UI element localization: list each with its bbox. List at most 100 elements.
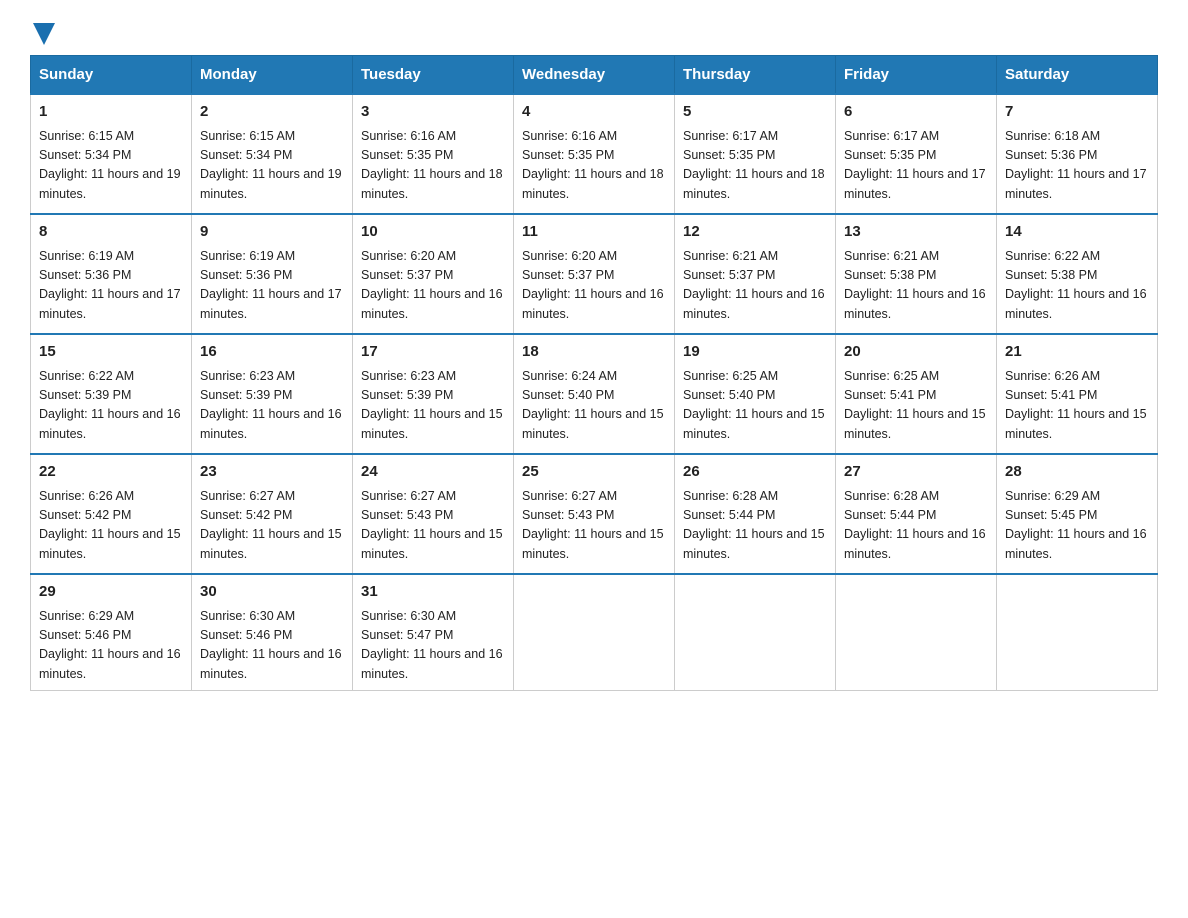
calendar-week-3: 15 Sunrise: 6:22 AMSunset: 5:39 PMDaylig… [31, 334, 1158, 454]
col-header-saturday: Saturday [997, 56, 1158, 95]
day-number: 29 [39, 581, 183, 604]
day-number: 27 [844, 461, 988, 484]
day-info: Sunrise: 6:22 AMSunset: 5:38 PMDaylight:… [1005, 249, 1147, 321]
day-info: Sunrise: 6:27 AMSunset: 5:42 PMDaylight:… [200, 489, 342, 561]
col-header-friday: Friday [836, 56, 997, 95]
calendar-day: 16 Sunrise: 6:23 AMSunset: 5:39 PMDaylig… [192, 334, 353, 454]
day-number: 18 [522, 341, 666, 364]
day-info: Sunrise: 6:20 AMSunset: 5:37 PMDaylight:… [361, 249, 503, 321]
day-info: Sunrise: 6:26 AMSunset: 5:42 PMDaylight:… [39, 489, 181, 561]
day-info: Sunrise: 6:23 AMSunset: 5:39 PMDaylight:… [361, 369, 503, 441]
calendar-day [514, 574, 675, 691]
day-number: 20 [844, 341, 988, 364]
calendar-day: 3 Sunrise: 6:16 AMSunset: 5:35 PMDayligh… [353, 94, 514, 214]
day-number: 12 [683, 221, 827, 244]
day-number: 21 [1005, 341, 1149, 364]
day-number: 7 [1005, 101, 1149, 124]
day-info: Sunrise: 6:16 AMSunset: 5:35 PMDaylight:… [522, 129, 664, 201]
day-info: Sunrise: 6:15 AMSunset: 5:34 PMDaylight:… [39, 129, 181, 201]
col-header-sunday: Sunday [31, 56, 192, 95]
day-info: Sunrise: 6:21 AMSunset: 5:37 PMDaylight:… [683, 249, 825, 321]
calendar-header-row: SundayMondayTuesdayWednesdayThursdayFrid… [31, 56, 1158, 95]
day-info: Sunrise: 6:29 AMSunset: 5:45 PMDaylight:… [1005, 489, 1147, 561]
calendar-day: 19 Sunrise: 6:25 AMSunset: 5:40 PMDaylig… [675, 334, 836, 454]
calendar-day: 21 Sunrise: 6:26 AMSunset: 5:41 PMDaylig… [997, 334, 1158, 454]
day-info: Sunrise: 6:30 AMSunset: 5:47 PMDaylight:… [361, 609, 503, 681]
day-info: Sunrise: 6:23 AMSunset: 5:39 PMDaylight:… [200, 369, 342, 441]
logo-line1 [30, 20, 55, 45]
day-number: 22 [39, 461, 183, 484]
day-number: 1 [39, 101, 183, 124]
day-info: Sunrise: 6:27 AMSunset: 5:43 PMDaylight:… [522, 489, 664, 561]
day-info: Sunrise: 6:26 AMSunset: 5:41 PMDaylight:… [1005, 369, 1147, 441]
day-number: 25 [522, 461, 666, 484]
calendar-day [997, 574, 1158, 691]
day-info: Sunrise: 6:18 AMSunset: 5:36 PMDaylight:… [1005, 129, 1147, 201]
calendar-day: 7 Sunrise: 6:18 AMSunset: 5:36 PMDayligh… [997, 94, 1158, 214]
day-info: Sunrise: 6:17 AMSunset: 5:35 PMDaylight:… [844, 129, 986, 201]
day-number: 11 [522, 221, 666, 244]
day-info: Sunrise: 6:24 AMSunset: 5:40 PMDaylight:… [522, 369, 664, 441]
day-info: Sunrise: 6:19 AMSunset: 5:36 PMDaylight:… [39, 249, 181, 321]
day-info: Sunrise: 6:20 AMSunset: 5:37 PMDaylight:… [522, 249, 664, 321]
day-number: 26 [683, 461, 827, 484]
calendar-day: 27 Sunrise: 6:28 AMSunset: 5:44 PMDaylig… [836, 454, 997, 574]
day-info: Sunrise: 6:28 AMSunset: 5:44 PMDaylight:… [683, 489, 825, 561]
day-number: 8 [39, 221, 183, 244]
day-info: Sunrise: 6:22 AMSunset: 5:39 PMDaylight:… [39, 369, 181, 441]
logo-icon [30, 20, 55, 45]
day-number: 17 [361, 341, 505, 364]
calendar-day [836, 574, 997, 691]
day-number: 5 [683, 101, 827, 124]
day-number: 15 [39, 341, 183, 364]
col-header-monday: Monday [192, 56, 353, 95]
calendar-day: 1 Sunrise: 6:15 AMSunset: 5:34 PMDayligh… [31, 94, 192, 214]
calendar-day: 28 Sunrise: 6:29 AMSunset: 5:45 PMDaylig… [997, 454, 1158, 574]
logo-triangle-icon [33, 23, 55, 45]
calendar-week-2: 8 Sunrise: 6:19 AMSunset: 5:36 PMDayligh… [31, 214, 1158, 334]
calendar-day [675, 574, 836, 691]
calendar-day: 22 Sunrise: 6:26 AMSunset: 5:42 PMDaylig… [31, 454, 192, 574]
calendar-day: 18 Sunrise: 6:24 AMSunset: 5:40 PMDaylig… [514, 334, 675, 454]
calendar-day: 20 Sunrise: 6:25 AMSunset: 5:41 PMDaylig… [836, 334, 997, 454]
calendar-day: 23 Sunrise: 6:27 AMSunset: 5:42 PMDaylig… [192, 454, 353, 574]
calendar-day: 12 Sunrise: 6:21 AMSunset: 5:37 PMDaylig… [675, 214, 836, 334]
day-info: Sunrise: 6:21 AMSunset: 5:38 PMDaylight:… [844, 249, 986, 321]
day-number: 14 [1005, 221, 1149, 244]
calendar-day: 24 Sunrise: 6:27 AMSunset: 5:43 PMDaylig… [353, 454, 514, 574]
day-info: Sunrise: 6:25 AMSunset: 5:41 PMDaylight:… [844, 369, 986, 441]
day-number: 30 [200, 581, 344, 604]
day-number: 2 [200, 101, 344, 124]
day-number: 24 [361, 461, 505, 484]
calendar-table: SundayMondayTuesdayWednesdayThursdayFrid… [30, 55, 1158, 691]
day-info: Sunrise: 6:27 AMSunset: 5:43 PMDaylight:… [361, 489, 503, 561]
calendar-day: 13 Sunrise: 6:21 AMSunset: 5:38 PMDaylig… [836, 214, 997, 334]
calendar-day: 4 Sunrise: 6:16 AMSunset: 5:35 PMDayligh… [514, 94, 675, 214]
calendar-day: 15 Sunrise: 6:22 AMSunset: 5:39 PMDaylig… [31, 334, 192, 454]
day-number: 3 [361, 101, 505, 124]
calendar-day: 11 Sunrise: 6:20 AMSunset: 5:37 PMDaylig… [514, 214, 675, 334]
day-info: Sunrise: 6:28 AMSunset: 5:44 PMDaylight:… [844, 489, 986, 561]
day-number: 16 [200, 341, 344, 364]
day-number: 4 [522, 101, 666, 124]
calendar-day: 29 Sunrise: 6:29 AMSunset: 5:46 PMDaylig… [31, 574, 192, 691]
day-number: 10 [361, 221, 505, 244]
calendar-day: 17 Sunrise: 6:23 AMSunset: 5:39 PMDaylig… [353, 334, 514, 454]
day-info: Sunrise: 6:29 AMSunset: 5:46 PMDaylight:… [39, 609, 181, 681]
day-info: Sunrise: 6:17 AMSunset: 5:35 PMDaylight:… [683, 129, 825, 201]
calendar-day: 8 Sunrise: 6:19 AMSunset: 5:36 PMDayligh… [31, 214, 192, 334]
day-info: Sunrise: 6:15 AMSunset: 5:34 PMDaylight:… [200, 129, 342, 201]
day-info: Sunrise: 6:19 AMSunset: 5:36 PMDaylight:… [200, 249, 342, 321]
col-header-tuesday: Tuesday [353, 56, 514, 95]
day-number: 28 [1005, 461, 1149, 484]
col-header-wednesday: Wednesday [514, 56, 675, 95]
calendar-day: 14 Sunrise: 6:22 AMSunset: 5:38 PMDaylig… [997, 214, 1158, 334]
page-header [30, 20, 1158, 45]
day-number: 6 [844, 101, 988, 124]
day-number: 23 [200, 461, 344, 484]
day-info: Sunrise: 6:25 AMSunset: 5:40 PMDaylight:… [683, 369, 825, 441]
calendar-week-5: 29 Sunrise: 6:29 AMSunset: 5:46 PMDaylig… [31, 574, 1158, 691]
logo [30, 20, 55, 45]
col-header-thursday: Thursday [675, 56, 836, 95]
day-number: 31 [361, 581, 505, 604]
